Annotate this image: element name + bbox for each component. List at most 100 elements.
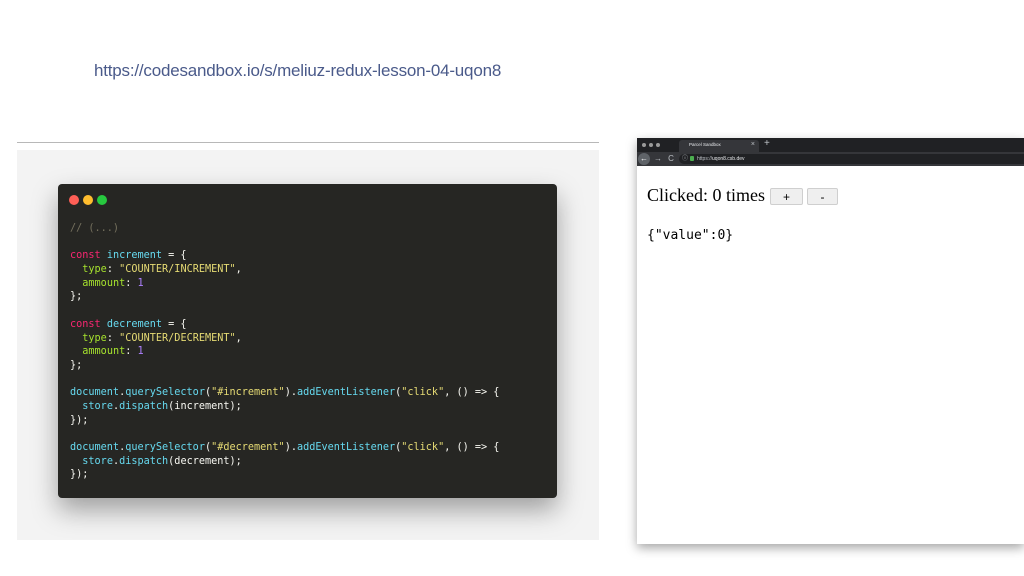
code-line: const decrement = {	[70, 318, 499, 332]
browser-tab[interactable]: Parcel Sandbox ×	[679, 140, 759, 152]
code-token: };	[70, 359, 83, 371]
url-scheme: https://	[697, 156, 713, 162]
address-bar[interactable]: ⓘ https://uqon8.csb.dev	[679, 154, 1024, 164]
code-token: (decrement);	[168, 455, 242, 467]
code-token: "COUNTER/INCREMENT"	[119, 264, 236, 276]
code-token: document	[70, 387, 120, 399]
info-icon[interactable]: ⓘ	[682, 155, 688, 163]
code-token: = {	[162, 250, 187, 262]
code-line: store.dispatch(decrement);	[70, 455, 499, 469]
back-arrow-icon[interactable]: ←	[638, 153, 650, 165]
code-token: };	[70, 291, 83, 303]
code-line: const increment = {	[70, 249, 499, 263]
code-token: querySelector	[125, 442, 205, 453]
reload-icon[interactable]: C	[665, 153, 677, 165]
code-token: // (...)	[70, 223, 120, 234]
code-token: "click"	[401, 387, 445, 399]
code-line: type: "COUNTER/INCREMENT",	[70, 263, 499, 277]
maximize-dot-icon	[97, 195, 107, 205]
code-token: 1	[137, 346, 144, 358]
code-token: (increment);	[168, 400, 242, 412]
code-token: :	[125, 346, 138, 358]
code-line: type: "COUNTER/DECREMENT",	[70, 332, 499, 346]
address-url[interactable]: https://uqon8.csb.dev	[697, 155, 745, 163]
code-token: type	[82, 264, 107, 276]
code-line: };	[70, 290, 499, 304]
code-token: "COUNTER/DECREMENT"	[119, 332, 236, 344]
state-json: {"value":0}	[647, 228, 734, 243]
window-control-icon[interactable]	[649, 143, 653, 147]
code-line: ammount: 1	[70, 345, 499, 359]
code-token: :	[125, 277, 138, 289]
code-token: ).	[284, 387, 297, 399]
code-line: // (...)	[70, 222, 499, 236]
code-token: increment	[106, 250, 163, 262]
code-token: decrement	[106, 318, 163, 330]
decrement-button[interactable]: -	[807, 188, 838, 205]
code-token: :	[106, 264, 120, 276]
code-line: };	[70, 359, 499, 373]
clicked-count-label: Clicked: 0 times	[647, 185, 765, 205]
browser-toolbar: ← → C ⓘ https://uqon8.csb.dev	[637, 152, 1024, 166]
code-token: querySelector	[125, 387, 205, 399]
window-control-icon[interactable]	[642, 143, 646, 147]
code-token: dispatch	[119, 400, 169, 412]
code-token: 1	[137, 277, 144, 289]
code-token: const	[70, 318, 101, 330]
forward-arrow-icon[interactable]: →	[652, 153, 664, 165]
code-token: , () => {	[444, 387, 500, 399]
code-token: });	[70, 469, 89, 481]
close-dot-icon	[69, 195, 79, 205]
code-token: "#increment"	[211, 387, 285, 399]
page-content: Clicked: 0 times + - {"value":0}	[637, 166, 1024, 544]
window-control-icon[interactable]	[656, 143, 660, 147]
code-token: "#decrement"	[211, 442, 285, 453]
code-token: store	[82, 400, 113, 412]
code-token: :	[106, 332, 120, 344]
code-line: document.querySelector("#increment").add…	[70, 386, 499, 400]
code-line: });	[70, 414, 499, 428]
code-line: store.dispatch(increment);	[70, 400, 499, 414]
code-token: , () => {	[444, 442, 500, 453]
code-token: type	[82, 332, 107, 344]
code-token: = {	[162, 318, 187, 330]
tab-close-icon[interactable]: ×	[751, 141, 755, 149]
code-token: const	[70, 250, 101, 262]
code-token: });	[70, 414, 89, 426]
code-token: dispatch	[119, 455, 169, 467]
browser-window: Parcel Sandbox × + ← → C ⓘ https://uqon8…	[637, 138, 1024, 544]
codesandbox-link[interactable]: https://codesandbox.io/s/meliuz-redux-le…	[94, 61, 501, 81]
code-token: "click"	[401, 442, 445, 453]
increment-button[interactable]: +	[770, 188, 803, 205]
code-token: ammount	[82, 346, 126, 358]
divider	[17, 142, 599, 143]
secure-lock-icon	[690, 156, 694, 161]
code-line: });	[70, 468, 499, 482]
code-token: addEventListener	[296, 387, 396, 399]
code-line: document.querySelector("#decrement").add…	[70, 441, 499, 455]
minimize-dot-icon	[83, 195, 93, 205]
code-window: // (...) const increment = { type: "COUN…	[58, 184, 557, 498]
code-block: // (...) const increment = { type: "COUN…	[70, 222, 499, 482]
tab-title: Parcel Sandbox	[689, 142, 721, 147]
new-tab-icon[interactable]: +	[764, 138, 770, 150]
code-token: ).	[284, 442, 297, 453]
code-token: ammount	[82, 277, 126, 289]
code-line: ammount: 1	[70, 277, 499, 291]
code-token: ,	[235, 264, 242, 276]
code-token: addEventListener	[296, 442, 396, 453]
url-host: uqon8.csb.dev	[712, 156, 745, 162]
browser-tab-bar: Parcel Sandbox × +	[637, 138, 1024, 152]
code-token: ,	[235, 332, 242, 344]
code-token: document	[70, 442, 120, 453]
